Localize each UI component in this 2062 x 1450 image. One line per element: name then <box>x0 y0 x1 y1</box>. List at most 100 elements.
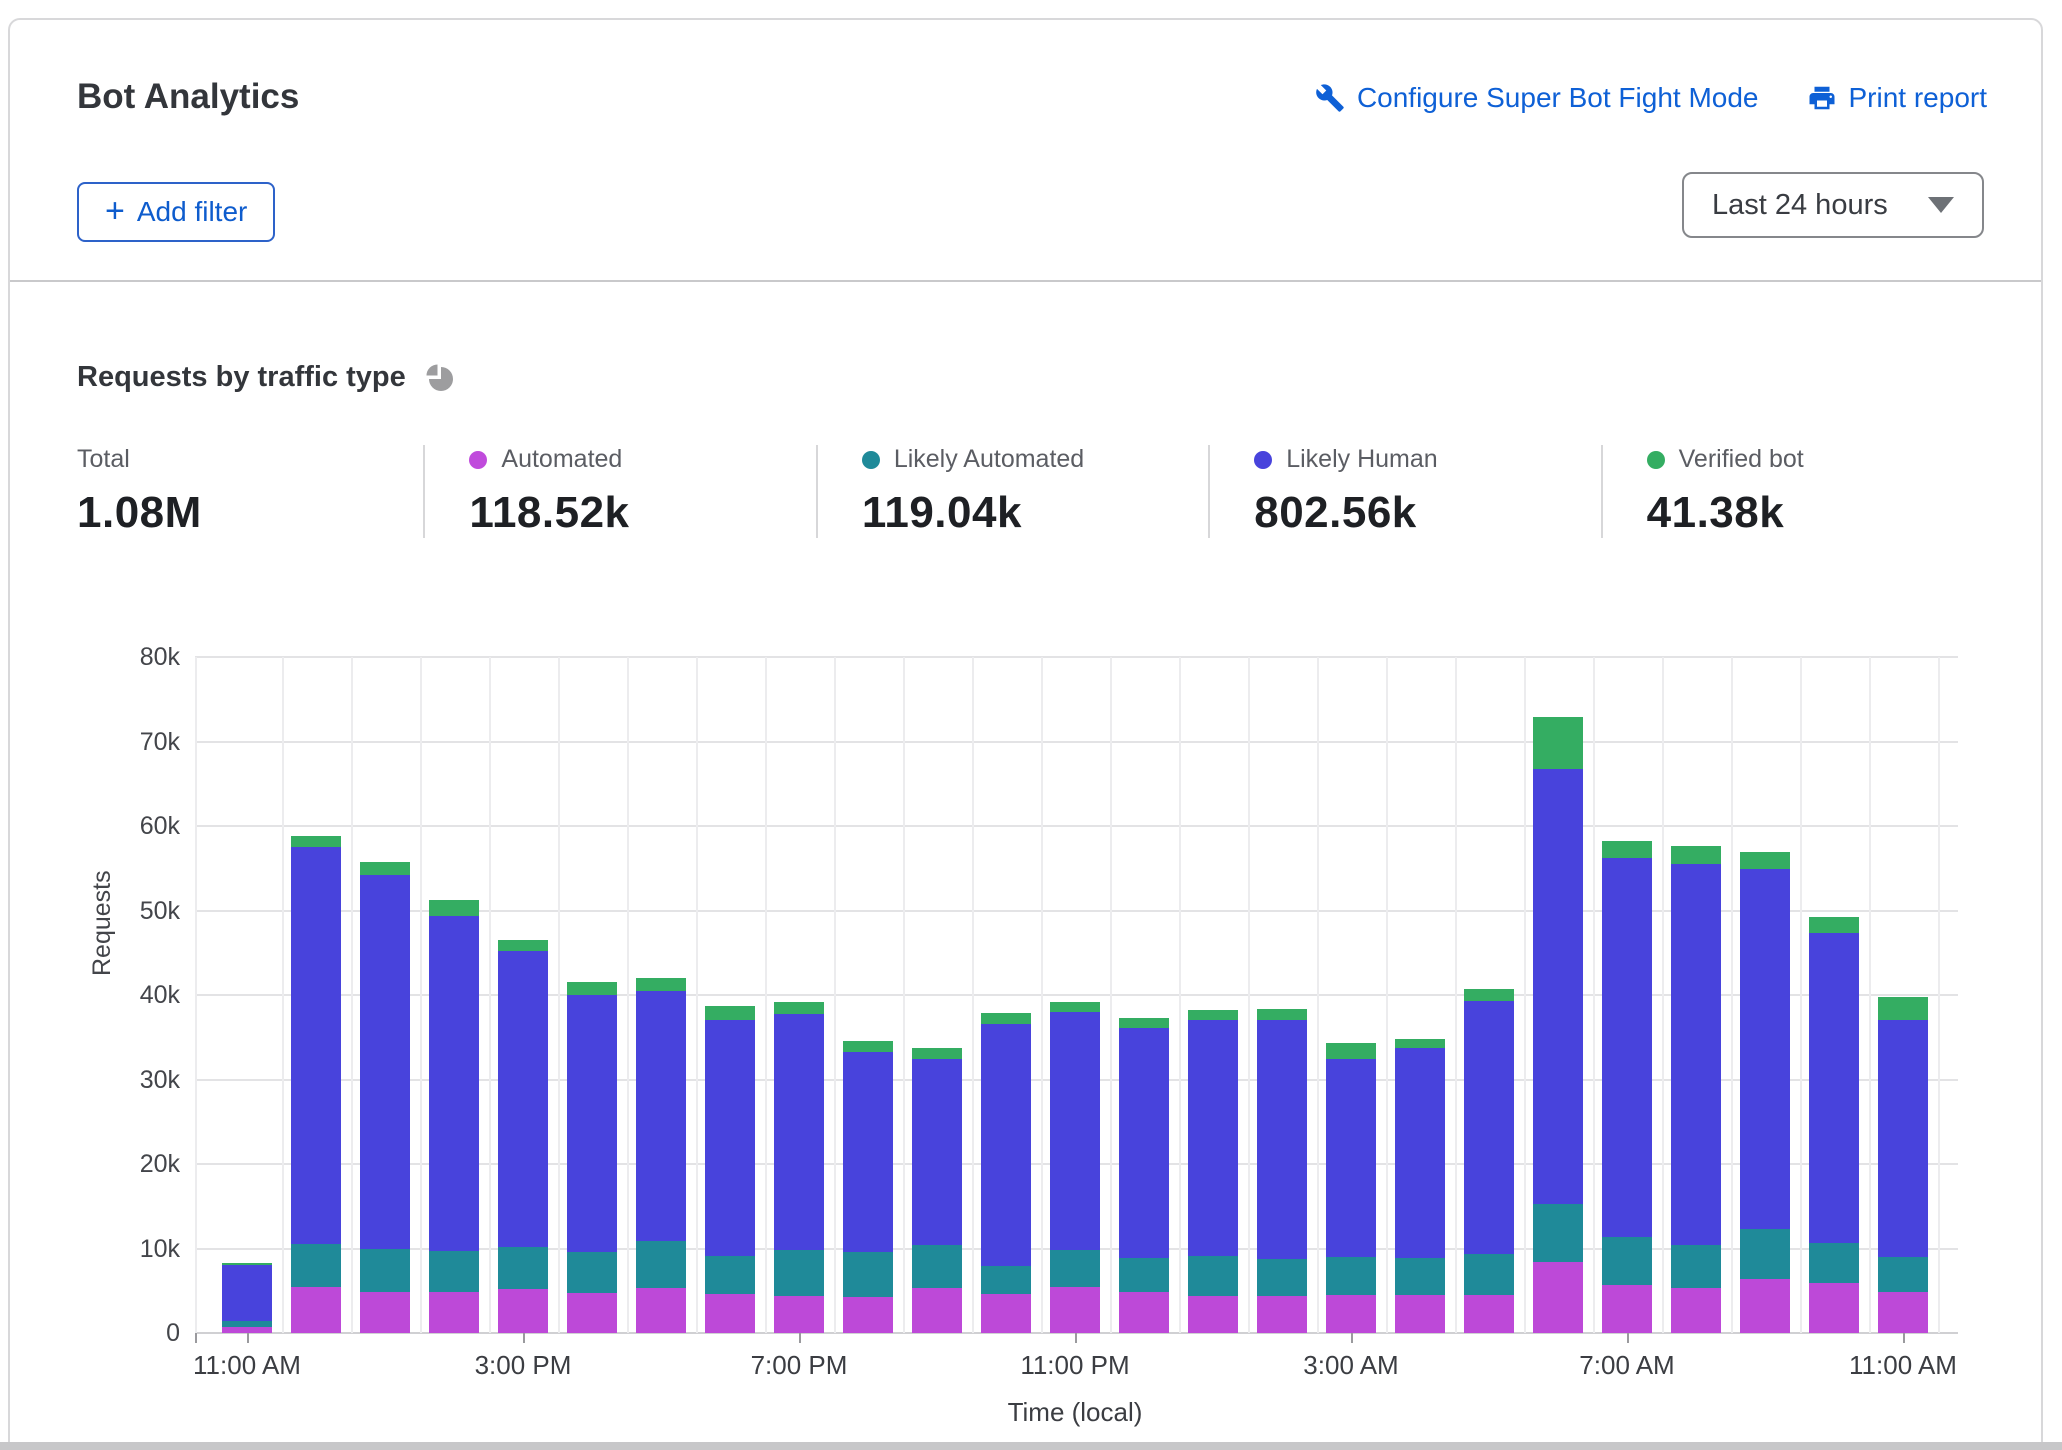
segment-likely-human <box>705 1020 755 1257</box>
segment-likely-human <box>1188 1020 1238 1256</box>
bar-10-00-pm-11[interactable] <box>981 1013 1031 1333</box>
analytics-card: Bot Analytics Configure Super Bot Fight … <box>8 18 2043 1450</box>
section-title: Requests by traffic type <box>77 360 456 394</box>
bar-10-00-am-23[interactable] <box>1809 917 1859 1333</box>
add-filter-button[interactable]: + Add filter <box>77 182 275 242</box>
bar-3-00-am-16[interactable] <box>1326 1043 1376 1333</box>
x-axis-title: Time (local) <box>1008 1397 1143 1428</box>
segment-automated <box>1533 1262 1583 1333</box>
stat-automated[interactable]: Automated 118.52k <box>423 445 815 538</box>
segment-likely-automated <box>1533 1204 1583 1262</box>
time-range-select[interactable]: Last 24 hours <box>1682 172 1984 238</box>
segment-automated <box>1188 1296 1238 1333</box>
segment-automated <box>912 1288 962 1333</box>
x-tick <box>1351 1333 1353 1343</box>
segment-automated <box>843 1297 893 1333</box>
stat-label: Likely Human <box>1254 445 1600 474</box>
segment-verified-bot <box>705 1006 755 1020</box>
bar-12-00-am-13[interactable] <box>1119 1018 1169 1333</box>
gridline-v <box>1938 657 1940 1333</box>
bar-6-00-pm-7[interactable] <box>705 1006 755 1333</box>
segment-likely-automated <box>1671 1245 1721 1288</box>
bar-3-00-pm-4[interactable] <box>498 940 548 1333</box>
bar-8-00-pm-9[interactable] <box>843 1041 893 1333</box>
segment-automated <box>1395 1295 1445 1333</box>
gridline-v <box>1800 657 1802 1333</box>
bar-2-00-am-15[interactable] <box>1257 1009 1307 1333</box>
segment-likely-human <box>1671 864 1721 1245</box>
segment-likely-automated <box>774 1250 824 1296</box>
segment-verified-bot <box>1119 1018 1169 1028</box>
bar-1-00-am-14[interactable] <box>1188 1010 1238 1333</box>
segment-likely-human <box>291 847 341 1244</box>
stat-value: 802.56k <box>1254 488 1600 538</box>
gridline-h <box>195 741 1958 743</box>
bar-9-00-pm-10[interactable] <box>912 1048 962 1333</box>
bar-4-00-pm-5[interactable] <box>567 982 617 1333</box>
section-title-label: Requests by traffic type <box>77 361 406 394</box>
gridline-v <box>1524 657 1526 1333</box>
segment-verified-bot <box>843 1041 893 1052</box>
segment-likely-automated <box>1809 1243 1859 1284</box>
bar-11-00-pm-12[interactable] <box>1050 1002 1100 1333</box>
chevron-down-icon <box>1928 197 1954 213</box>
segment-verified-bot <box>774 1002 824 1014</box>
segment-automated <box>1809 1283 1859 1333</box>
stat-label: Verified bot <box>1647 445 1993 474</box>
stat-value: 1.08M <box>77 488 423 538</box>
bar-4-00-am-17[interactable] <box>1395 1039 1445 1333</box>
bar-7-00-am-20[interactable] <box>1602 841 1652 1333</box>
x-tick <box>1075 1333 1077 1343</box>
bar-9-00-am-22[interactable] <box>1740 852 1790 1333</box>
add-filter-label: Add filter <box>137 196 248 228</box>
bar-5-00-am-18[interactable] <box>1464 989 1514 1333</box>
bar-12-00-pm-1[interactable] <box>291 836 341 1333</box>
stat-total: Total 1.08M <box>77 445 423 538</box>
segment-verified-bot <box>291 836 341 847</box>
gridline-v <box>834 657 836 1333</box>
stats-row: Total 1.08M Automated 118.52k Likely Aut… <box>77 445 1993 538</box>
segment-likely-human <box>1119 1028 1169 1258</box>
likely-automated-dot-icon <box>862 451 880 469</box>
bar-7-00-pm-8[interactable] <box>774 1002 824 1333</box>
gridline-v <box>489 657 491 1333</box>
x-tick-label: 3:00 PM <box>475 1350 572 1381</box>
bar-11-00-am-0[interactable] <box>222 1263 272 1333</box>
gridline-h <box>195 656 1958 658</box>
bar-8-00-am-21[interactable] <box>1671 846 1721 1333</box>
configure-super-bot-fight-mode-link[interactable]: Configure Super Bot Fight Mode <box>1315 82 1759 114</box>
segment-verified-bot <box>1809 917 1859 933</box>
time-range-value: Last 24 hours <box>1712 189 1888 222</box>
segment-likely-automated <box>291 1244 341 1287</box>
segment-automated <box>498 1289 548 1333</box>
segment-likely-automated <box>1395 1258 1445 1295</box>
bar-6-00-am-19[interactable] <box>1533 717 1583 1333</box>
gridline-v <box>1731 657 1733 1333</box>
bar-1-00-pm-2[interactable] <box>360 862 410 1333</box>
stat-likely-human[interactable]: Likely Human 802.56k <box>1208 445 1600 538</box>
bar-5-00-pm-6[interactable] <box>636 978 686 1333</box>
segment-likely-human <box>912 1059 962 1245</box>
likely-human-dot-icon <box>1254 451 1272 469</box>
segment-verified-bot <box>912 1048 962 1059</box>
segment-likely-human <box>360 875 410 1249</box>
x-tick <box>799 1333 801 1343</box>
stat-verified-bot[interactable]: Verified bot 41.38k <box>1601 445 1993 538</box>
bar-2-00-pm-3[interactable] <box>429 900 479 1333</box>
y-tick-label: 10k <box>70 1235 180 1264</box>
x-tick-label: 11:00 AM <box>193 1350 301 1381</box>
stat-value: 41.38k <box>1647 488 1993 538</box>
bar-11-00-am-24[interactable] <box>1878 997 1928 1333</box>
header-divider <box>10 280 2041 282</box>
gridline-v <box>195 657 197 1333</box>
segment-automated <box>981 1294 1031 1333</box>
gridline-v <box>1662 657 1664 1333</box>
bottom-section-divider <box>0 1442 2062 1450</box>
y-tick-label: 0 <box>70 1319 180 1348</box>
gridline-v <box>1110 657 1112 1333</box>
print-report-link[interactable]: Print report <box>1807 82 1988 114</box>
verified-bot-dot-icon <box>1647 451 1665 469</box>
stat-likely-automated[interactable]: Likely Automated 119.04k <box>816 445 1208 538</box>
y-tick-label: 40k <box>70 981 180 1010</box>
wrench-icon <box>1315 83 1345 113</box>
